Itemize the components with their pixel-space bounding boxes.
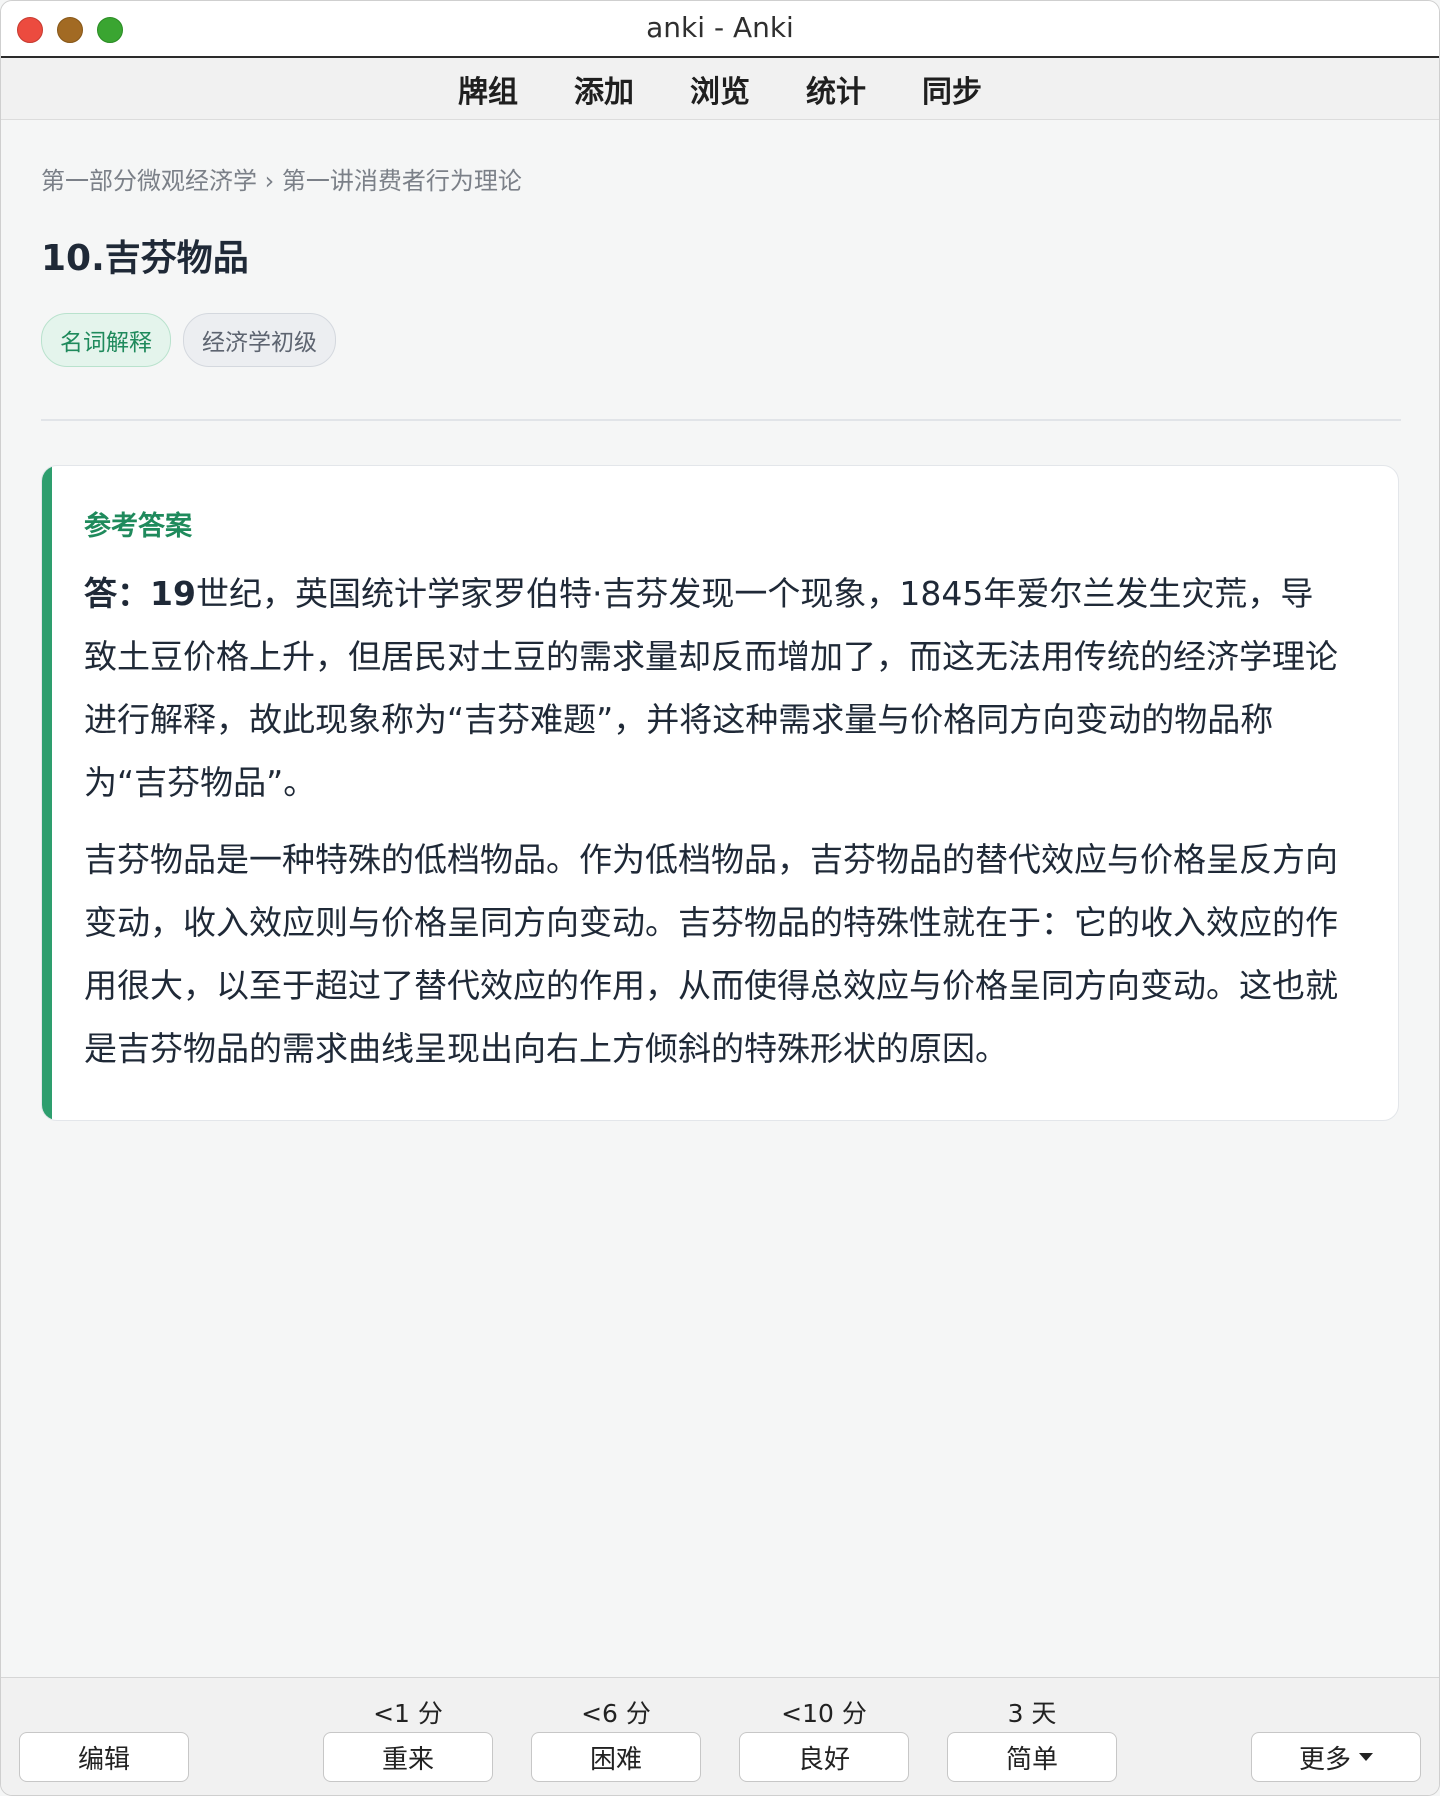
answer-body: 答：19世纪，英国统计学家罗伯特·吉芬发现一个现象，1845年爱尔兰发生灾荒，导… (84, 562, 1344, 1094)
tag-economics-beginner: 经济学初级 (183, 313, 336, 367)
window-title: anki - Anki (646, 11, 794, 44)
again-interval: <1 分 (373, 1699, 443, 1728)
answer-paragraph-1: 答：19世纪，英国统计学家罗伯特·吉芬发现一个现象，1845年爱尔兰发生灾荒，导… (84, 562, 1344, 814)
answer-paragraph-1-text: 世纪，英国统计学家罗伯特·吉芬发现一个现象，1845年爱尔兰发生灾荒，导致土豆价… (84, 574, 1338, 802)
hard-interval: <6 分 (581, 1699, 651, 1728)
hard-button[interactable]: 困难 (531, 1732, 701, 1782)
nav-browse[interactable]: 浏览 (690, 67, 750, 111)
more-button-label: 更多 (1298, 1744, 1351, 1775)
again-button[interactable]: 重来 (323, 1732, 493, 1782)
divider (41, 419, 1401, 421)
answer-card: 参考答案 答：19世纪，英国统计学家罗伯特·吉芬发现一个现象，1845年爱尔兰发… (41, 465, 1399, 1121)
answer-paragraph-2: 吉芬物品是一种特殊的低档物品。作为低档物品，吉芬物品的替代效应与价格呈反方向变动… (84, 840, 1338, 1068)
good-button[interactable]: 良好 (739, 1732, 909, 1782)
nav-decks[interactable]: 牌组 (458, 67, 518, 111)
nav-sync[interactable]: 同步 (922, 67, 982, 111)
nav-stats[interactable]: 统计 (806, 67, 866, 111)
tag-term-explanation: 名词解释 (41, 313, 171, 367)
easy-button[interactable]: 简单 (947, 1732, 1117, 1782)
title-bar: anki - Anki (1, 1, 1439, 58)
breadcrumb: 第一部分微观经济学 › 第一讲消费者行为理论 (41, 167, 522, 195)
anki-window: anki - Anki 牌组 添加 浏览 统计 同步 第一部分微观经济学 › 第… (0, 0, 1440, 1796)
card-title: 10.吉芬物品 (41, 238, 249, 279)
easy-interval: 3 天 (1007, 1699, 1057, 1728)
review-bottom-bar: 编辑 <1 分 重来 <6 分 困难 <10 分 良好 3 天 简单 更多 (1, 1677, 1439, 1795)
top-nav: 牌组 添加 浏览 统计 同步 (1, 58, 1439, 120)
edit-button[interactable]: 编辑 (19, 1732, 189, 1782)
nav-add[interactable]: 添加 (574, 67, 634, 111)
chevron-down-icon (1359, 1753, 1373, 1761)
answer-accent-bar (42, 466, 52, 1120)
good-interval: <10 分 (781, 1699, 867, 1728)
answer-lead: 答：19 (84, 574, 196, 613)
tag-list: 名词解释 经济学初级 (41, 313, 336, 367)
answer-label: 参考答案 (84, 511, 192, 542)
more-button[interactable]: 更多 (1251, 1732, 1421, 1782)
